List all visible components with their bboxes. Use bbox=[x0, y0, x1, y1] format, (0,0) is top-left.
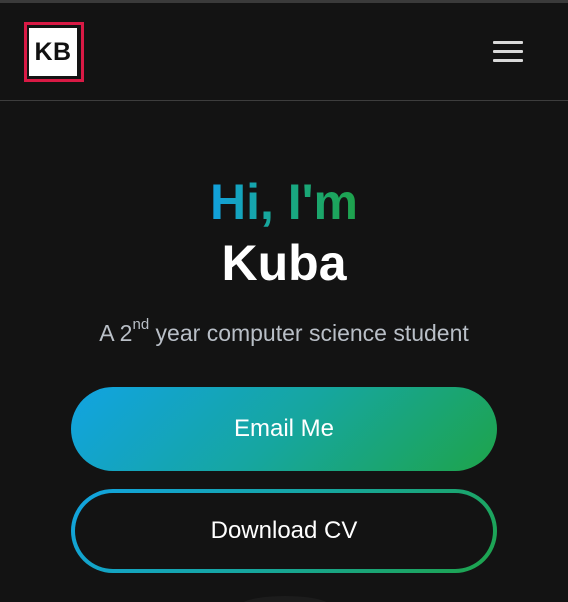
subtitle-prefix: A 2 bbox=[99, 320, 133, 346]
subtitle: A 2nd year computer science student bbox=[0, 316, 568, 350]
greeting-heading: Hi, I'm bbox=[0, 170, 568, 234]
menu-line bbox=[493, 50, 523, 53]
email-me-label: Email Me bbox=[233, 415, 335, 442]
download-cv-label: Download CV bbox=[210, 517, 358, 544]
logo-text: KB bbox=[29, 28, 77, 76]
page: KB Hi, I'm Kuba A 2nd year computer scie… bbox=[0, 0, 568, 602]
greeting-text: Hi, I'm bbox=[209, 174, 359, 230]
name-heading: Kuba bbox=[221, 235, 347, 291]
logo[interactable]: KB bbox=[24, 22, 84, 82]
menu-line bbox=[493, 59, 523, 62]
download-cv-inner: Download CV bbox=[75, 493, 493, 569]
menu-line bbox=[493, 41, 523, 44]
scroll-indicator bbox=[240, 596, 330, 602]
subtitle-suffix: year computer science student bbox=[149, 320, 469, 346]
navbar: KB bbox=[0, 3, 568, 101]
subtitle-ordinal: nd bbox=[132, 316, 150, 334]
download-cv-button[interactable]: Download CV bbox=[71, 489, 497, 573]
hamburger-menu-icon[interactable] bbox=[488, 37, 528, 67]
email-me-button[interactable]: Email Me bbox=[71, 387, 497, 471]
